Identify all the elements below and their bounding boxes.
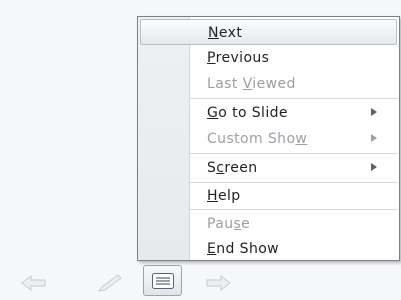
submenu-arrow-icon [371, 134, 377, 142]
menu-item-screen[interactable]: Screen [138, 155, 399, 181]
menu-separator [190, 98, 398, 99]
next-arrow-icon[interactable] [204, 274, 232, 296]
menu-item-label: Custom Show [207, 131, 308, 147]
menu-item-help[interactable]: Help [138, 183, 399, 209]
menu-item-end-show[interactable]: End Show [138, 236, 399, 262]
menu-item-next[interactable]: Next [140, 19, 397, 45]
menu-item-last-viewed: Last Viewed [138, 71, 399, 97]
slideshow-toolbar [0, 265, 401, 300]
menu-item-label: Last Viewed [207, 76, 296, 92]
submenu-arrow-icon [371, 108, 377, 116]
slideshow-context-menu: Next Previous Last Viewed Go to Slide Cu… [137, 16, 400, 261]
menu-item-label: Pause [207, 216, 251, 232]
menu-icon [152, 273, 174, 293]
menu-item-custom-show: Custom Show [138, 126, 399, 152]
menu-item-go-to-slide[interactable]: Go to Slide [138, 100, 399, 126]
menu-item-label: Screen [207, 160, 258, 176]
menu-item-label: Go to Slide [207, 105, 288, 121]
menu-item-previous[interactable]: Previous [138, 45, 399, 71]
menu-separator [190, 209, 398, 210]
menu-item-pause: Pause [138, 211, 399, 237]
menu-button[interactable] [143, 265, 182, 296]
menu-item-label: Previous [207, 50, 270, 66]
submenu-arrow-icon [371, 163, 377, 171]
menu-item-label: Help [207, 188, 241, 204]
pen-icon[interactable] [96, 272, 124, 298]
menu-separator [190, 153, 398, 154]
previous-arrow-icon[interactable] [20, 274, 48, 296]
menu-item-label: Next [208, 25, 243, 41]
menu-item-label: End Show [207, 241, 280, 257]
